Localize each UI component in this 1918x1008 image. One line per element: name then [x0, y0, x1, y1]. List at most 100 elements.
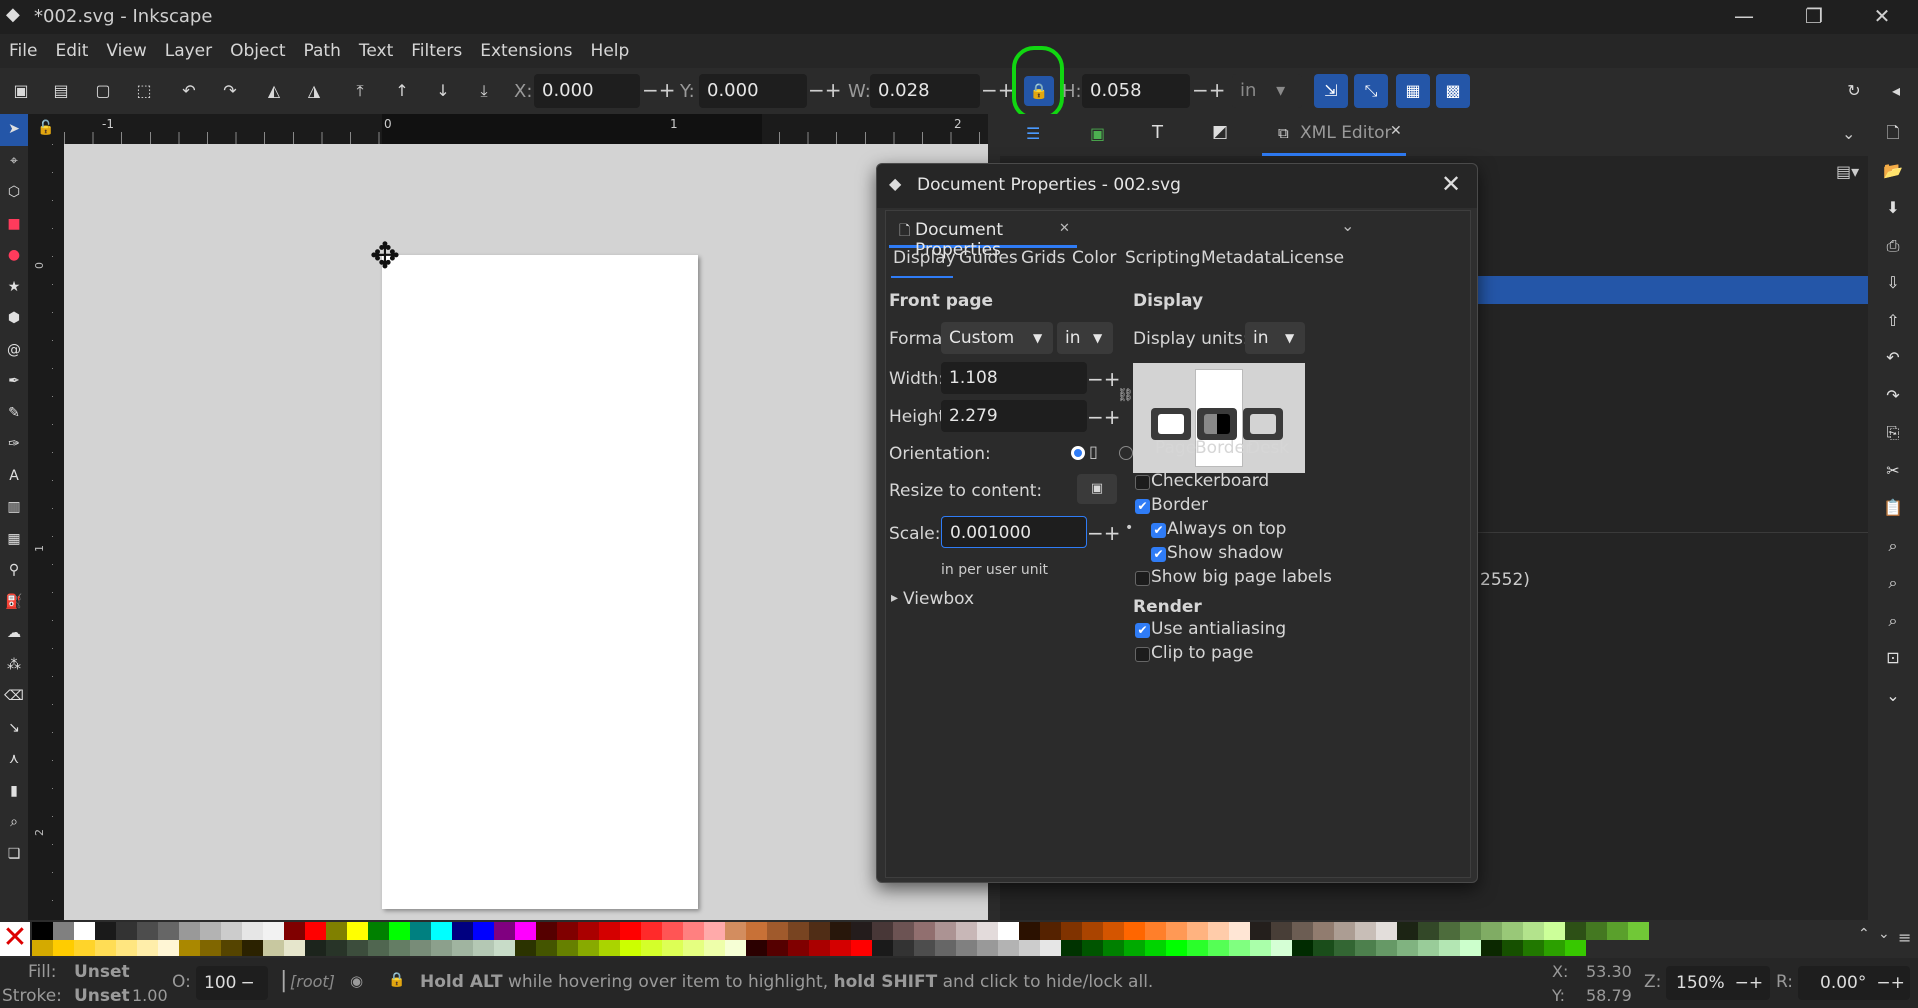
palette-swatch[interactable] — [179, 922, 200, 940]
palette-swatch[interactable] — [53, 922, 74, 940]
palette-swatch[interactable] — [1187, 940, 1208, 956]
paint-bucket-tool-icon[interactable]: ⛽ — [0, 587, 28, 619]
menu-edit[interactable]: Edit — [46, 34, 97, 68]
palette-swatch[interactable] — [1565, 922, 1586, 940]
desk-color-button[interactable] — [1243, 408, 1283, 440]
rotate-ccw-icon[interactable]: ↶ — [177, 79, 201, 103]
height-stepper[interactable]: −+ — [1087, 405, 1121, 429]
palette-swatch[interactable] — [1124, 922, 1145, 940]
undo-icon[interactable]: ↶ — [1868, 339, 1918, 377]
palette-swatch[interactable] — [641, 940, 662, 956]
menu-view[interactable]: View — [97, 34, 155, 68]
palette-swatch[interactable] — [1187, 922, 1208, 940]
palette-swatch[interactable] — [1628, 922, 1649, 940]
palette-swatch[interactable] — [1502, 922, 1523, 940]
portrait-radio[interactable] — [1071, 446, 1085, 460]
lock-proportions-icon[interactable]: 🔒 — [1024, 76, 1054, 106]
palette-swatch[interactable] — [1523, 922, 1544, 940]
selector-tool-icon[interactable]: ➤ — [0, 114, 28, 146]
palette-swatch[interactable] — [1355, 922, 1376, 940]
unit-select[interactable]: in ▾ — [1232, 74, 1302, 108]
canvas[interactable]: ✥ — [64, 144, 988, 920]
palette-swatch[interactable] — [683, 922, 704, 940]
always-on-top-checkbox[interactable]: ✔ — [1151, 523, 1166, 538]
menu-path[interactable]: Path — [295, 34, 350, 68]
dropper-tool-icon[interactable]: ⚲ — [0, 555, 28, 587]
document-page[interactable] — [382, 255, 698, 909]
eraser-tool-icon[interactable]: ⌫ — [0, 681, 28, 713]
palette-swatch[interactable] — [767, 922, 788, 940]
zoom-drawing-icon[interactable]: ⌕ — [1868, 564, 1918, 602]
dialog-menu-chevron-icon[interactable]: ⌄ — [1341, 216, 1354, 235]
palette-swatch[interactable] — [389, 940, 410, 956]
w-stepper[interactable]: −+ — [981, 78, 1015, 102]
palette-scroll-down-icon[interactable]: ⌄ — [1878, 926, 1890, 942]
flip-vertical-icon[interactable]: ◮ — [302, 79, 326, 103]
close-window-button[interactable]: ✕ — [1854, 0, 1910, 34]
palette-swatch[interactable] — [1208, 922, 1229, 940]
palette-swatch[interactable] — [137, 940, 158, 956]
lpe-tool-icon[interactable]: ⋏ — [0, 744, 28, 776]
palette-swatch[interactable] — [914, 940, 935, 956]
palette-swatch[interactable] — [725, 922, 746, 940]
lower-to-bottom-icon[interactable]: ⤓ — [472, 79, 496, 103]
palette-swatch[interactable] — [872, 922, 893, 940]
palette-swatch[interactable] — [158, 940, 179, 956]
measure-tool-icon[interactable]: ▮ — [0, 776, 28, 808]
print-icon[interactable]: ⎙ — [1868, 227, 1918, 265]
palette-swatch[interactable] — [578, 922, 599, 940]
palette-swatch[interactable] — [1229, 940, 1250, 956]
palette-swatch[interactable] — [515, 940, 536, 956]
height-input[interactable]: 2.279 — [941, 400, 1087, 432]
stroke-width-value[interactable]: 1.00 — [132, 986, 168, 1005]
export-icon[interactable]: ⇧ — [1868, 302, 1918, 340]
open-icon[interactable]: 📂 — [1868, 152, 1918, 190]
palette-swatch[interactable] — [494, 922, 515, 940]
palette-swatch[interactable] — [410, 922, 431, 940]
select-all-icon[interactable]: ▣ — [9, 79, 33, 103]
palette-swatch[interactable] — [1439, 940, 1460, 956]
palette-swatch[interactable] — [998, 940, 1019, 956]
palette-swatch[interactable] — [683, 940, 704, 956]
palette-swatch[interactable] — [1166, 940, 1187, 956]
palette-swatch[interactable] — [263, 922, 284, 940]
zoom-input[interactable]: 150% −+ — [1666, 966, 1770, 1000]
palette-swatch[interactable] — [1565, 940, 1586, 956]
palette-swatch[interactable] — [1082, 940, 1103, 956]
move-patterns-icon[interactable]: ▩ — [1436, 74, 1470, 108]
palette-swatch[interactable] — [1418, 922, 1439, 940]
viewbox-expander-icon[interactable]: ▸ — [891, 590, 898, 606]
palette-swatch[interactable] — [1607, 922, 1628, 940]
xml-node-menu-icon[interactable]: ▤▾ — [1836, 162, 1859, 181]
palette-swatch[interactable] — [1061, 922, 1082, 940]
palette-swatch[interactable] — [1040, 940, 1061, 956]
palette-swatch[interactable] — [599, 922, 620, 940]
layers-tab-icon[interactable]: ☰ — [1026, 124, 1040, 143]
text-tool-icon[interactable]: A — [0, 461, 28, 493]
palette-swatch[interactable] — [1376, 922, 1397, 940]
palette-swatch[interactable] — [200, 922, 221, 940]
palette-swatch[interactable] — [557, 922, 578, 940]
save-icon[interactable]: ⬇ — [1868, 189, 1918, 227]
tweak-tool-icon[interactable]: ☁ — [0, 618, 28, 650]
raise-icon[interactable]: ↑ — [390, 79, 414, 103]
palette-swatch[interactable] — [1481, 940, 1502, 956]
palette-swatch[interactable] — [1376, 940, 1397, 956]
palette-swatch[interactable] — [389, 922, 410, 940]
w-input[interactable]: 0.028 — [870, 74, 980, 108]
toolbar-more-icon[interactable]: ◂ — [1884, 79, 1908, 103]
palette-swatch[interactable] — [1061, 940, 1082, 956]
pages-tool-icon[interactable]: ❏ — [0, 839, 28, 871]
link-dimensions-icon[interactable]: ⛓ — [1117, 388, 1134, 403]
palette-swatch[interactable] — [95, 922, 116, 940]
tab-scripting[interactable]: Scripting — [1125, 248, 1201, 268]
palette-swatch[interactable] — [620, 940, 641, 956]
snap-icon[interactable]: ↻ — [1842, 79, 1866, 103]
scale-stroke-icon[interactable]: ⇲ — [1314, 74, 1348, 108]
palette-swatch[interactable] — [1250, 940, 1271, 956]
palette-swatch[interactable] — [1124, 940, 1145, 956]
palette-swatch[interactable] — [1523, 940, 1544, 956]
palette-swatch[interactable] — [851, 922, 872, 940]
palette-swatch[interactable] — [536, 940, 557, 956]
palette-swatch[interactable] — [830, 922, 851, 940]
